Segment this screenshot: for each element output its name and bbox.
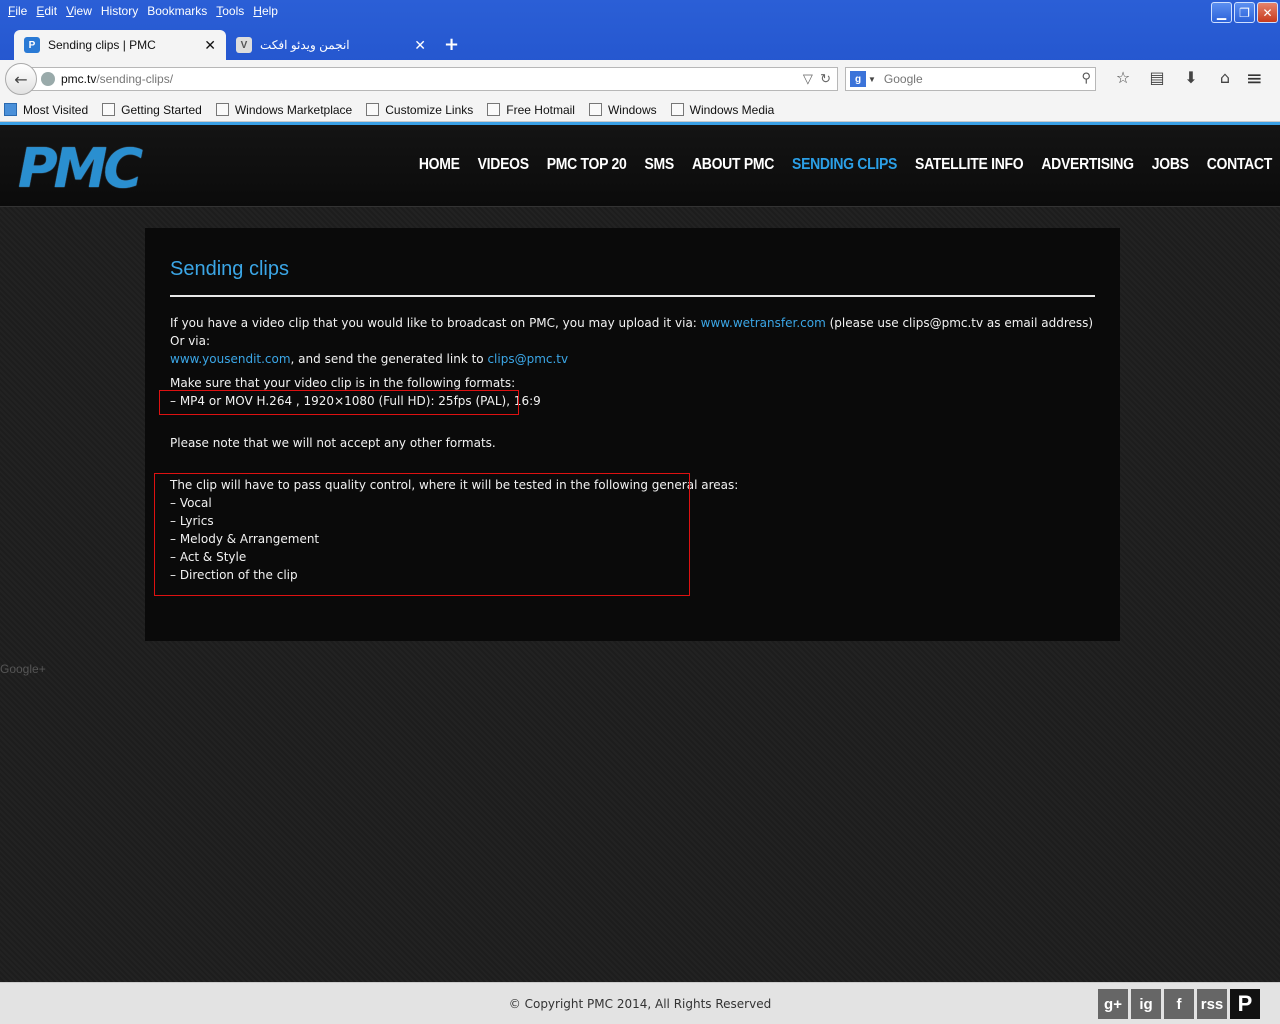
rss-icon[interactable]: rss bbox=[1197, 989, 1227, 1019]
navigation-toolbar: pmc.tv/sending-clips/ ▽ ↻ ← g ▼ ⚲ ☆ ▤ ⬇ … bbox=[0, 60, 1280, 98]
page-icon bbox=[366, 103, 380, 116]
page-icon bbox=[487, 103, 501, 116]
bookmark-customize-links[interactable]: Customize Links bbox=[366, 103, 473, 117]
menu-history[interactable]: History bbox=[101, 4, 138, 18]
social-links: g+ ig f rss P bbox=[1098, 989, 1260, 1019]
bookmark-windows-marketplace[interactable]: Windows Marketplace bbox=[215, 103, 352, 117]
qc-highlight-box bbox=[154, 473, 690, 596]
forum-favicon-icon: V bbox=[236, 37, 252, 53]
plus-icon: + bbox=[444, 34, 460, 55]
nav-satellite-info[interactable]: SATELLITE INFO bbox=[915, 154, 1024, 172]
menu-bar: File Edit View History Bookmarks Tools H… bbox=[0, 0, 283, 22]
bookmark-windows-media[interactable]: Windows Media bbox=[670, 103, 774, 117]
bookmark-getting-started[interactable]: Getting Started bbox=[102, 103, 202, 117]
tab-title: انجمن ویدئو افکت bbox=[260, 38, 350, 52]
menu-bookmarks[interactable]: Bookmarks bbox=[147, 4, 207, 18]
bookmark-windows[interactable]: Windows bbox=[588, 103, 657, 117]
bookmark-star-icon[interactable]: ☆ bbox=[1106, 68, 1140, 87]
url-host: pmc.tv bbox=[61, 72, 97, 86]
instagram-icon[interactable]: ig bbox=[1131, 989, 1161, 1019]
format-highlight-box bbox=[159, 390, 519, 415]
back-button[interactable]: ← bbox=[5, 63, 37, 95]
tab-video-effect[interactable]: V انجمن ویدئو افکت ✕ bbox=[226, 30, 436, 60]
page-icon bbox=[670, 103, 684, 116]
nav-sending-clips[interactable]: SENDING CLIPS bbox=[792, 154, 897, 172]
tab-sending-clips[interactable]: P Sending clips | PMC ✕ bbox=[14, 30, 226, 60]
tab-strip: P Sending clips | PMC ✕ V انجمن ویدئو اف… bbox=[0, 28, 1280, 60]
bookmark-free-hotmail[interactable]: Free Hotmail bbox=[487, 103, 575, 117]
restore-icon: ❐ bbox=[1239, 5, 1250, 20]
site-nav: HOME VIDEOS PMC TOP 20 SMS ABOUT PMC SEN… bbox=[401, 154, 1273, 172]
close-icon: ✕ bbox=[1262, 5, 1273, 20]
back-arrow-icon: ← bbox=[14, 69, 28, 89]
site-header: PMC HOME VIDEOS PMC TOP 20 SMS ABOUT PMC… bbox=[0, 125, 1280, 207]
page-icon bbox=[215, 103, 229, 116]
close-window-button[interactable]: ✕ bbox=[1257, 2, 1278, 23]
bookmark-most-visited[interactable]: Most Visited bbox=[4, 103, 88, 117]
minimize-button[interactable]: ▁ bbox=[1211, 2, 1232, 23]
restore-button[interactable]: ❐ bbox=[1234, 2, 1255, 23]
wetransfer-link[interactable]: www.wetransfer.com bbox=[701, 316, 826, 330]
pmc-favicon-icon: P bbox=[24, 37, 40, 53]
page-title: Sending clips bbox=[170, 258, 289, 280]
tab-close-icon[interactable]: ✕ bbox=[204, 37, 216, 54]
title-divider bbox=[170, 295, 1095, 297]
page-icon bbox=[102, 103, 116, 116]
globe-icon bbox=[41, 72, 55, 86]
yousendit-link[interactable]: www.yousendit.com bbox=[170, 352, 291, 366]
url-path: /sending-clips/ bbox=[96, 72, 174, 86]
facebook-icon[interactable]: f bbox=[1164, 989, 1194, 1019]
search-icon[interactable]: ⚲ bbox=[1081, 70, 1091, 86]
menu-edit[interactable]: Edit bbox=[36, 4, 57, 18]
search-input[interactable] bbox=[883, 72, 1074, 86]
web-page: PMC HOME VIDEOS PMC TOP 20 SMS ABOUT PMC… bbox=[0, 125, 1280, 982]
nav-about-pmc[interactable]: ABOUT PMC bbox=[692, 154, 774, 172]
menu-file[interactable]: File bbox=[8, 4, 27, 18]
address-bar[interactable]: pmc.tv/sending-clips/ ▽ ↻ bbox=[30, 67, 838, 91]
pmc-logo[interactable]: PMC bbox=[18, 142, 143, 196]
bookmarks-list-icon[interactable]: ▤ bbox=[1140, 68, 1174, 87]
google-plus-icon[interactable]: g+ bbox=[1098, 989, 1128, 1019]
reload-icon[interactable]: ▽ ↻ bbox=[803, 71, 831, 87]
folder-icon bbox=[4, 103, 17, 116]
menu-tools[interactable]: Tools bbox=[216, 4, 244, 18]
page-icon bbox=[588, 103, 602, 116]
window-controls: ▁ ❐ ✕ bbox=[1211, 2, 1278, 23]
nav-home[interactable]: HOME bbox=[419, 154, 460, 172]
hamburger-menu-icon[interactable]: ≡ bbox=[1246, 66, 1263, 90]
pmc-social-icon[interactable]: P bbox=[1230, 989, 1260, 1019]
nav-jobs[interactable]: JOBS bbox=[1152, 154, 1189, 172]
clips-email-link[interactable]: clips@pmc.tv bbox=[487, 352, 568, 366]
upload-instructions: If you have a video clip that you would … bbox=[170, 316, 1094, 366]
bookmarks-toolbar: Most Visited Getting Started Windows Mar… bbox=[0, 98, 1280, 122]
google-engine-icon[interactable]: g bbox=[850, 71, 866, 87]
nav-pmc-top-20[interactable]: PMC TOP 20 bbox=[547, 154, 627, 172]
nav-advertising[interactable]: ADVERTISING bbox=[1041, 154, 1134, 172]
nav-videos[interactable]: VIDEOS bbox=[478, 154, 529, 172]
site-footer: © Copyright PMC 2014, All Rights Reserve… bbox=[0, 982, 1280, 1024]
nav-contact[interactable]: CONTACT bbox=[1207, 154, 1273, 172]
chevron-down-icon[interactable]: ▼ bbox=[868, 75, 876, 84]
formats-note: Please note that we will not accept any … bbox=[170, 436, 496, 450]
google-plus-widget[interactable]: Google+ bbox=[0, 662, 46, 676]
home-icon[interactable]: ⌂ bbox=[1208, 68, 1242, 87]
new-tab-button[interactable]: + bbox=[444, 34, 459, 55]
content-panel: Sending clips If you have a video clip t… bbox=[145, 228, 1120, 641]
search-box[interactable]: g ▼ ⚲ bbox=[845, 67, 1096, 91]
nav-sms[interactable]: SMS bbox=[645, 154, 675, 172]
tab-title: Sending clips | PMC bbox=[48, 38, 156, 52]
menu-view[interactable]: View bbox=[66, 4, 92, 18]
minimize-icon: ▁ bbox=[1216, 5, 1227, 20]
menu-help[interactable]: Help bbox=[253, 4, 278, 18]
download-icon[interactable]: ⬇ bbox=[1174, 68, 1208, 87]
copyright-text: © Copyright PMC 2014, All Rights Reserve… bbox=[508, 997, 772, 1011]
tab-close-icon[interactable]: ✕ bbox=[414, 37, 426, 54]
toolbar-icons: ☆ ▤ ⬇ ⌂ bbox=[1106, 68, 1242, 87]
